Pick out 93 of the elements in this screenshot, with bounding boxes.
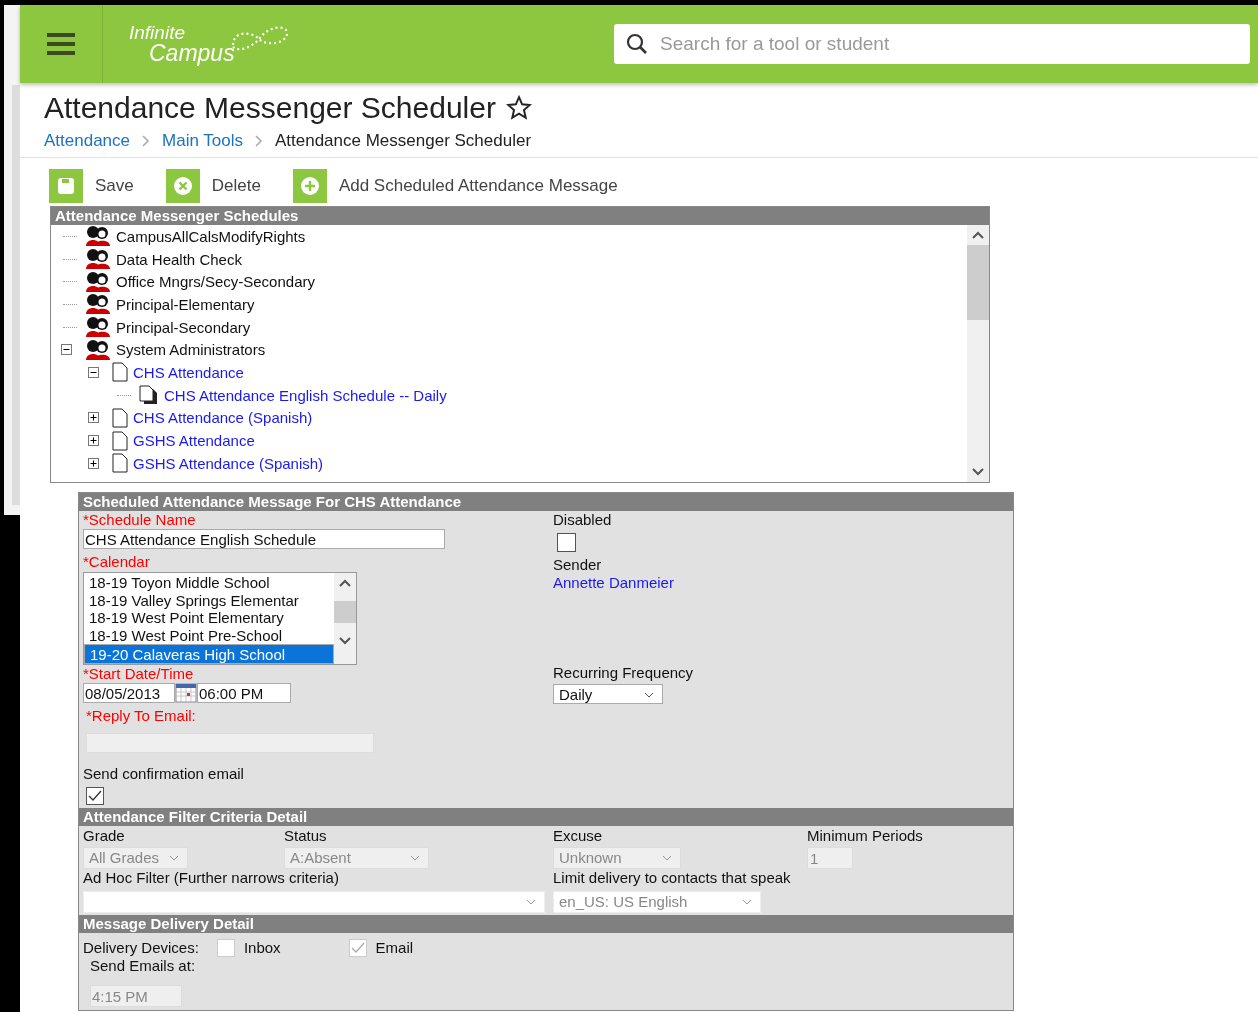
calendar-option[interactable]: 18-19 West Point Pre-School [84, 626, 334, 645]
section-title: Attendance Filter Criteria Detail [79, 808, 1013, 826]
tree-item[interactable]: Principal-Elementary [116, 295, 255, 313]
people-icon [85, 270, 111, 293]
calendar-option[interactable]: 19-20 Calaveras High School [84, 644, 334, 665]
field-label: Send confirmation email [83, 765, 244, 783]
field-label: *Schedule Name [83, 511, 196, 529]
checkbox[interactable] [557, 533, 576, 552]
section-title: Message Delivery Detail [79, 915, 1013, 933]
caret-icon [526, 899, 536, 905]
tree-item[interactable]: Data Health Check [116, 250, 242, 268]
caret-icon [662, 855, 672, 861]
scroll-thumb[interactable] [334, 601, 356, 623]
scroll-down-icon[interactable] [339, 637, 351, 645]
caret-icon [742, 899, 752, 905]
page-title: Attendance Messenger Scheduler [44, 91, 496, 125]
language-dropdown[interactable]: en_US: US English [553, 891, 761, 913]
calendar-option[interactable]: 18-19 West Point Elementary [84, 609, 334, 627]
caret-icon [410, 855, 420, 861]
expand-toggle-icon[interactable] [61, 344, 72, 356]
field-label: Minimum Periods [807, 827, 924, 845]
chevron-icon [142, 135, 150, 147]
scroll-down-icon[interactable] [972, 468, 984, 476]
scrollbar[interactable] [12, 85, 20, 505]
field-label: Limit delivery to contacts that speak [553, 869, 791, 887]
search-input[interactable]: Search for a tool or student [658, 32, 1238, 56]
calendar-option[interactable]: 18-19 Toyon Middle School [84, 574, 334, 592]
field-label: Status [284, 827, 328, 845]
tree-item[interactable]: Office Mngrs/Secy-Secondary [116, 273, 315, 291]
add-button[interactable]: Add Scheduled Attendance Message [334, 176, 622, 196]
save-button[interactable]: Save [91, 176, 138, 196]
documents-icon [139, 385, 159, 406]
checkbox-label: Email [375, 939, 414, 957]
field-label: Grade [83, 827, 126, 845]
tree-item[interactable]: GSHS Attendance (Spanish) [133, 454, 324, 472]
document-icon [112, 407, 128, 428]
breadcrumb-current: Attendance Messenger Scheduler [274, 131, 532, 151]
calendar-option[interactable]: 18-19 Valley Springs Elementar [84, 591, 334, 610]
field-label: *Reply To Email: [86, 707, 196, 725]
field-label: Send Emails at: [90, 957, 197, 975]
frequency-dropdown[interactable]: Daily [553, 684, 663, 704]
field-label: Ad Hoc Filter (Further narrows criteria) [83, 869, 339, 887]
schedule-name-field[interactable]: CHS Attendance English Schedule [83, 529, 445, 549]
expand-toggle-icon[interactable] [88, 435, 99, 447]
chevron-icon [254, 135, 263, 147]
tree-item[interactable]: GSHS Attendance [133, 432, 255, 450]
expand-toggle-icon[interactable] [88, 412, 99, 424]
menu-icon[interactable] [47, 32, 75, 56]
tree-item[interactable]: CHS Attendance (Spanish) [133, 409, 313, 427]
tree-item[interactable]: System Administrators [116, 341, 266, 359]
field-label: Disabled [553, 511, 612, 529]
scroll-thumb[interactable] [967, 245, 989, 320]
panel-title: Attendance Messenger Schedules [51, 207, 989, 225]
panel-title: Scheduled Attendance Message For CHS Attendance [79, 493, 1013, 511]
document-icon [112, 362, 128, 383]
search-icon [626, 33, 648, 55]
field-label: Excuse [553, 827, 604, 845]
document-icon [112, 453, 128, 474]
expand-toggle-icon[interactable] [88, 457, 99, 469]
tree-item[interactable]: CampusAllCalsModifyRights [116, 227, 306, 245]
breadcrumb-link[interactable]: Attendance [44, 131, 130, 151]
people-icon [85, 338, 111, 361]
delete-button[interactable]: Delete [207, 176, 265, 196]
date-field[interactable]: 08/05/2013 [83, 683, 175, 703]
field-label: *Calendar [83, 553, 150, 571]
document-icon [112, 430, 128, 451]
field-label: Recurring Frequency [553, 664, 694, 682]
checkbox[interactable] [86, 787, 104, 805]
field-label: Sender [553, 556, 602, 574]
scroll-up-icon[interactable] [972, 231, 984, 239]
sender-link[interactable]: Annette Danmeier [553, 574, 674, 591]
field-label: Delivery Devices: [83, 939, 199, 957]
people-icon [85, 293, 111, 316]
search-field[interactable]: Search for a tool or student [614, 24, 1250, 64]
field-label: *Start Date/Time [83, 665, 194, 683]
breadcrumb-link[interactable]: Main Tools [162, 131, 243, 151]
logo-text: Infinite [129, 23, 186, 42]
calendar-listbox[interactable]: 18-19 Toyon Middle School 18-19 Valley Springs Elementar 18-19 West Point Elementary 18-19 West Point Pre-School 19-20 Calaveras High School [83, 572, 357, 665]
tree-item[interactable]: Principal-Secondary [116, 318, 251, 336]
people-icon [85, 248, 111, 271]
tree-item[interactable]: CHS Attendance English Schedule -- Daily [164, 386, 447, 404]
checkbox-label: Inbox [243, 939, 281, 957]
people-icon [85, 316, 111, 339]
logo-text: Campus [149, 42, 235, 65]
star-icon[interactable] [505, 95, 532, 121]
scroll-up-icon[interactable] [339, 579, 351, 587]
tree-item[interactable]: CHS Attendance [133, 363, 244, 381]
scrollbar[interactable] [967, 225, 989, 482]
calendar-icon[interactable] [175, 683, 197, 703]
caret-icon [644, 692, 654, 698]
expand-toggle-icon[interactable] [88, 366, 99, 378]
caret-icon [169, 855, 179, 861]
time-field[interactable]: 06:00 PM [197, 683, 291, 703]
